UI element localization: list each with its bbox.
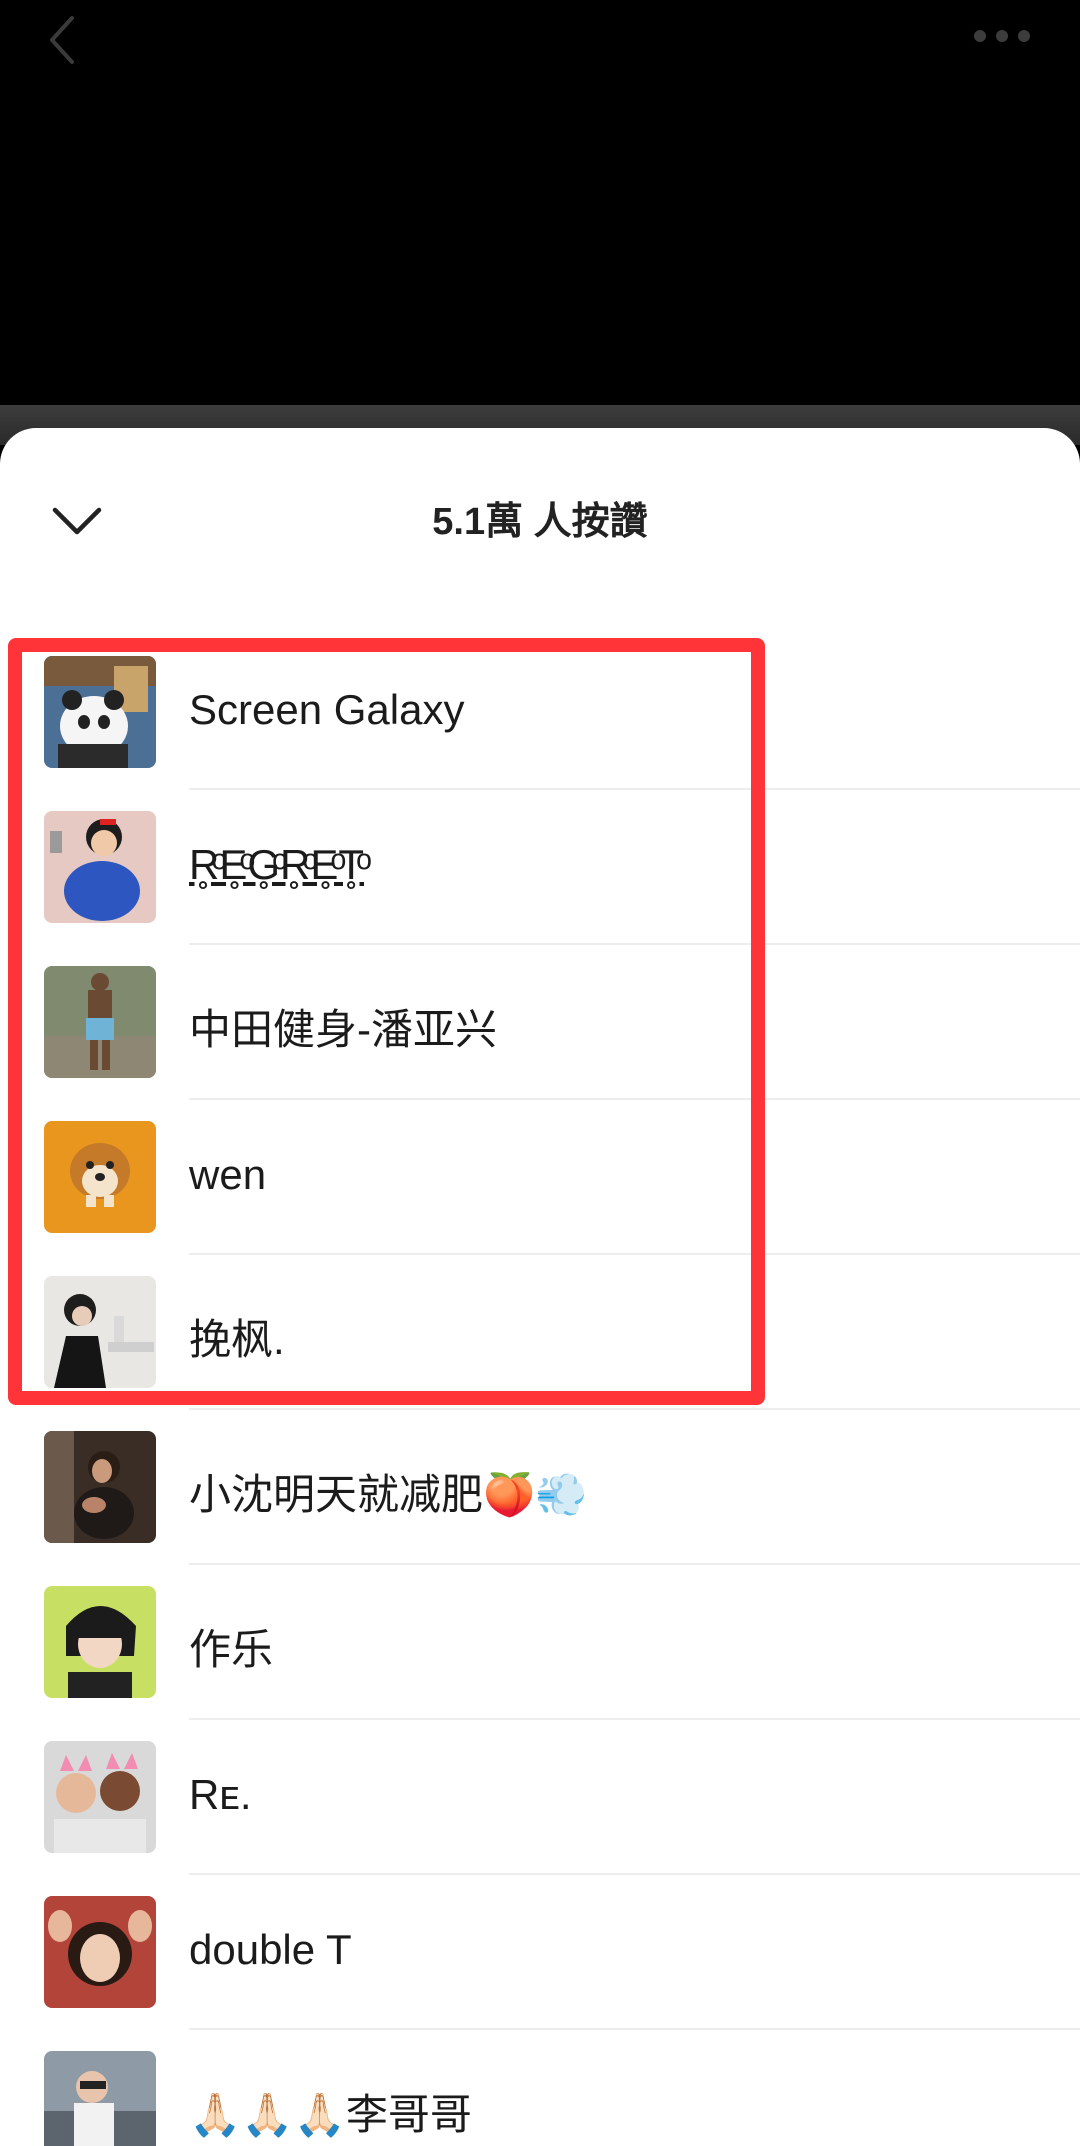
list-item[interactable]: 🙏🏻🙏🏻🙏🏻李哥哥	[0, 2051, 1080, 2146]
list-item[interactable]: double T	[0, 1896, 1080, 2051]
username[interactable]: 🙏🏻🙏🏻🙏🏻李哥哥	[189, 2081, 472, 2142]
likes-sheet: 5.1萬 人按讚 Screen Galaxy R̥ͦE̥ͦG̥ͦR̥ͦE̥ͦT̥…	[0, 428, 1080, 2146]
list-item[interactable]: 挽枫.	[0, 1276, 1080, 1431]
more-options-icon[interactable]	[972, 26, 1032, 46]
back-icon[interactable]	[44, 10, 84, 70]
avatar[interactable]	[44, 966, 156, 1078]
username[interactable]: 小沈明天就减肥🍑💨	[189, 1461, 588, 1522]
list-item[interactable]: 小沈明天就减肥🍑💨	[0, 1431, 1080, 1586]
avatar[interactable]	[44, 1276, 156, 1388]
list-item[interactable]: Rᴇ.	[0, 1741, 1080, 1896]
username[interactable]: 中田健身-潘亚兴	[189, 996, 497, 1057]
likes-count-title: 5.1萬 人按讚	[432, 501, 648, 543]
username[interactable]: Screen Galaxy	[189, 686, 464, 734]
divider	[189, 1873, 1080, 1875]
divider	[189, 1098, 1080, 1100]
divider	[189, 788, 1080, 790]
divider	[189, 1408, 1080, 1410]
avatar[interactable]	[44, 1121, 156, 1233]
divider	[189, 1253, 1080, 1255]
likers-list[interactable]: Screen Galaxy R̥ͦE̥ͦG̥ͦR̥ͦE̥ͦT̥ͦ 中田健身-潘亚…	[0, 656, 1080, 2146]
avatar[interactable]	[44, 2051, 156, 2146]
avatar[interactable]	[44, 1431, 156, 1543]
username[interactable]: R̥ͦE̥ͦG̥ͦR̥ͦE̥ͦT̥ͦ	[189, 841, 364, 889]
avatar[interactable]	[44, 656, 156, 768]
username[interactable]: wen	[189, 1151, 266, 1199]
video-area	[0, 0, 1080, 405]
avatar[interactable]	[44, 811, 156, 923]
divider	[189, 2028, 1080, 2030]
list-item[interactable]: wen	[0, 1121, 1080, 1276]
avatar[interactable]	[44, 1896, 156, 2008]
avatar[interactable]	[44, 1741, 156, 1853]
divider	[189, 1563, 1080, 1565]
list-item[interactable]: Screen Galaxy	[0, 656, 1080, 811]
divider	[189, 943, 1080, 945]
username[interactable]: 挽枫.	[189, 1306, 285, 1367]
divider	[189, 1718, 1080, 1720]
username[interactable]: Rᴇ.	[189, 1771, 252, 1819]
list-item[interactable]: R̥ͦE̥ͦG̥ͦR̥ͦE̥ͦT̥ͦ	[0, 811, 1080, 966]
username[interactable]: double T	[189, 1926, 352, 1974]
avatar[interactable]	[44, 1586, 156, 1698]
list-item[interactable]: 作乐	[0, 1586, 1080, 1741]
username[interactable]: 作乐	[189, 1616, 273, 1677]
list-item[interactable]: 中田健身-潘亚兴	[0, 966, 1080, 1121]
